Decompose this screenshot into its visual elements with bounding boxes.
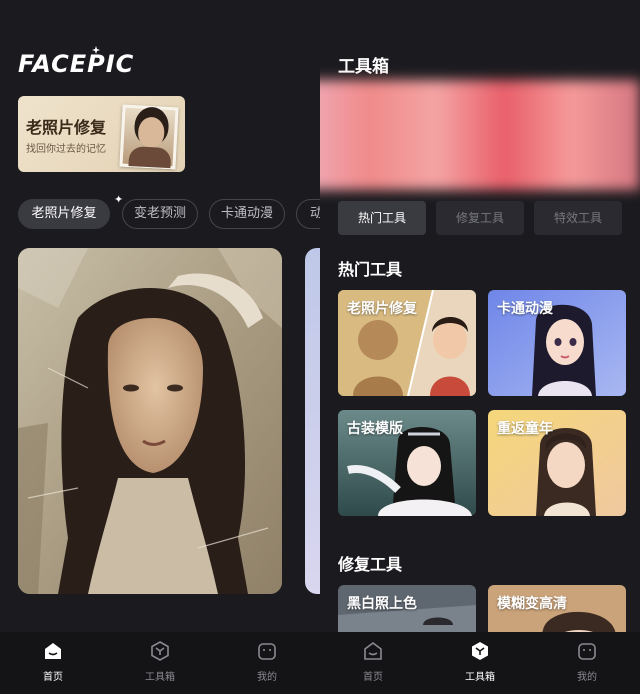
old-photo-repair-banner[interactable]: 老照片修复 找回你过去的记忆 <box>18 96 185 172</box>
tab-profile[interactable]: 我的 <box>557 640 617 683</box>
tool-card-ancient-costume[interactable]: 古装模版 <box>338 410 476 516</box>
tab-home[interactable]: 首页 <box>23 640 83 683</box>
tool-label: 古装模版 <box>347 421 403 437</box>
promo-banner-blurred[interactable] <box>320 80 640 190</box>
bottom-tab-bar: 首页 工具箱 我的 <box>320 632 640 694</box>
tab-repair-tools[interactable]: 修复工具 <box>436 201 524 235</box>
tool-label: 卡通动漫 <box>497 301 553 317</box>
profile-icon <box>578 643 596 660</box>
tab-home-label: 首页 <box>363 672 383 683</box>
tab-toolbox[interactable]: 工具箱 <box>450 640 510 683</box>
category-chips: 老照片修复 ✦ 变老预测 卡通动漫 动 <box>18 193 320 229</box>
tab-toolbox-label: 工具箱 <box>465 672 495 683</box>
tab-profile-label: 我的 <box>577 672 597 683</box>
tool-label: 模糊变高清 <box>497 596 567 612</box>
tool-card-return-to-childhood[interactable]: 重返童年 <box>488 410 626 516</box>
feature-card-next[interactable] <box>305 248 320 594</box>
tab-effect-tools[interactable]: 特效工具 <box>534 201 622 235</box>
tool-label: 重返童年 <box>497 421 553 437</box>
sparkle-icon <box>92 46 100 54</box>
profile-icon <box>258 643 276 660</box>
tool-label: 黑白照上色 <box>347 596 417 612</box>
hot-tools-heading: 热门工具 <box>338 260 403 279</box>
banner-photo <box>119 104 179 170</box>
repair-tools-heading: 修复工具 <box>338 555 403 574</box>
tab-toolbox-label: 工具箱 <box>145 672 175 683</box>
home-icon <box>364 642 382 660</box>
tool-label: 老照片修复 <box>347 301 417 317</box>
sparkle-icon: ✦ <box>114 193 124 206</box>
page-title: 工具箱 <box>338 57 389 77</box>
banner-title: 老照片修复 <box>26 118 107 137</box>
toolbox-screen: 工具箱 热门工具 修复工具 特效工具 热门工具 老照片修复 卡通动漫 古装模版 … <box>320 0 640 694</box>
tab-profile[interactable]: 我的 <box>237 640 297 683</box>
feature-card-old-photo[interactable] <box>18 248 282 594</box>
tab-home-label: 首页 <box>43 672 63 683</box>
tool-card-cartoon-anime[interactable]: 卡通动漫 <box>488 290 626 396</box>
tool-card-old-photo-repair[interactable]: 老照片修复 <box>338 290 476 396</box>
toolbox-icon <box>151 641 169 661</box>
home-icon <box>45 643 61 659</box>
tab-home[interactable]: 首页 <box>343 640 403 683</box>
tab-profile-label: 我的 <box>257 672 277 683</box>
chip-partial[interactable]: 动 <box>296 199 320 229</box>
chip-cartoon-anime[interactable]: 卡通动漫 <box>209 199 285 229</box>
bottom-tab-bar: 首页 工具箱 我的 <box>0 632 320 694</box>
chip-aging-prediction[interactable]: 变老预测 <box>122 199 198 229</box>
banner-subtitle: 找回你过去的记忆 <box>26 144 106 155</box>
tab-toolbox[interactable]: 工具箱 <box>130 640 190 683</box>
app-logo: FACEPIC <box>18 50 135 78</box>
toolbox-icon <box>472 642 488 660</box>
tab-hot-tools[interactable]: 热门工具 <box>338 201 426 235</box>
chip-old-photo-repair[interactable]: 老照片修复 <box>18 199 110 229</box>
home-screen: FACEPIC 老照片修复 找回你过去的记忆 老照片修复 ✦ 变老预测 卡通动漫… <box>0 0 320 694</box>
old-photo-image <box>18 248 282 594</box>
